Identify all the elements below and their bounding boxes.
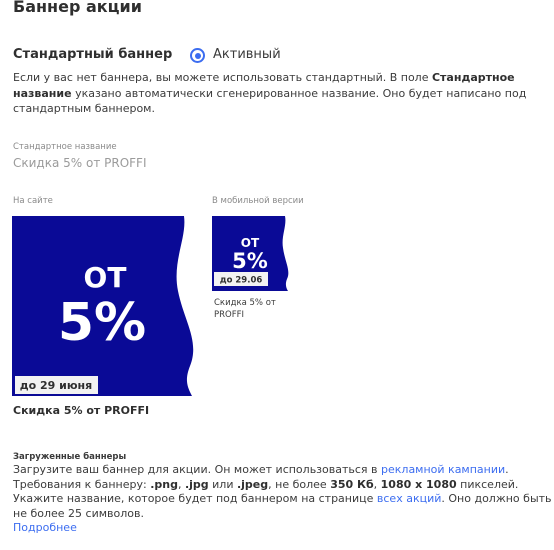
on-site-label: На сайте [13, 196, 53, 206]
standard-name-label: Стандартное название [13, 142, 117, 152]
standard-name-field[interactable]: Скидка 5% от PROFFI [13, 156, 147, 170]
standard-banner-label: Стандартный баннер [13, 47, 173, 62]
more-info-link[interactable]: Подробнее [13, 521, 77, 534]
site-banner-preview: ОТ 5% до 29 июня [12, 216, 195, 396]
banner-background-shape: ОТ 5% до 29 июня [12, 216, 194, 396]
mobile-banner-from-text: ОТ [241, 236, 260, 250]
uploaded-banners-text: Загрузите ваш баннер для акции. Он может… [13, 463, 552, 534]
active-radio-button[interactable] [190, 48, 205, 63]
ad-campaign-link[interactable]: рекламной кампании [381, 463, 505, 476]
banner-percent-text: 5% [58, 293, 146, 353]
mobile-banner-caption: Скидка 5% от PROFFI [214, 298, 276, 320]
uploaded-banners-title: Загруженные баннеры [13, 452, 127, 462]
mobile-banner-background-shape: ОТ 5% до 29.06 [212, 216, 289, 291]
mobile-version-label: В мобильной версии [212, 196, 304, 206]
page-title: Баннер акции [13, 0, 142, 16]
site-banner-caption: Скидка 5% от PROFFI [13, 404, 150, 417]
mobile-banner-preview: ОТ 5% до 29.06 [212, 216, 291, 291]
mobile-banner-date-text: до 29.06 [220, 276, 263, 286]
banner-date-text: до 29 июня [20, 379, 92, 392]
active-radio-label[interactable]: Активный [213, 47, 281, 62]
standard-banner-description: Если у вас нет баннера, вы можете исполь… [13, 71, 527, 115]
mobile-banner-percent-text: 5% [232, 249, 268, 273]
banner-from-text: ОТ [84, 261, 127, 294]
all-promotions-link[interactable]: всех акций [377, 492, 441, 505]
